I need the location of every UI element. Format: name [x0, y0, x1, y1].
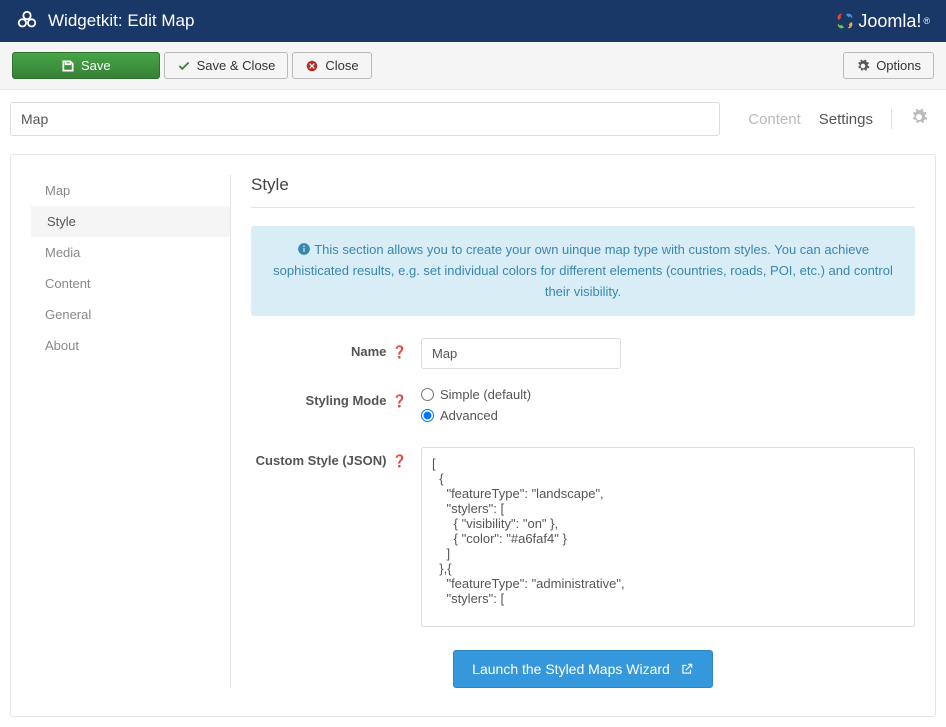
save-close-button[interactable]: Save & Close — [164, 52, 289, 79]
options-button[interactable]: Options — [843, 52, 934, 79]
settings-gear-icon[interactable] — [910, 108, 936, 131]
styling-mode-label: Styling Mode ❓ — [251, 387, 421, 408]
joomla-logo: Joomla!® — [834, 10, 930, 32]
row-name: Name ❓ — [251, 338, 915, 369]
row-styling-mode: Styling Mode ❓ Simple (default) Advanced — [251, 387, 915, 429]
sidebar-item-general[interactable]: General — [31, 299, 230, 330]
gear-icon — [856, 59, 870, 73]
wizard-button-label: Launch the Styled Maps Wizard — [472, 661, 670, 677]
external-link-icon — [680, 662, 694, 676]
toolbar-left: Save Save & Close Close — [12, 52, 372, 79]
radio-simple-input[interactable] — [421, 388, 434, 401]
sidebar-item-style[interactable]: Style — [31, 206, 230, 237]
info-box: This section allows you to create your o… — [251, 226, 915, 316]
info-text: This section allows you to create your o… — [273, 242, 893, 299]
widgetkit-icon — [16, 10, 38, 32]
sidebar-item-map[interactable]: Map — [31, 175, 230, 206]
radio-advanced[interactable]: Advanced — [421, 408, 915, 423]
sidebar-item-media[interactable]: Media — [31, 237, 230, 268]
sidebar-item-content[interactable]: Content — [31, 268, 230, 299]
brand-text: Joomla! — [858, 11, 921, 32]
page-title: Widgetkit: Edit Map — [48, 11, 194, 31]
help-icon[interactable]: ❓ — [392, 454, 407, 468]
widget-title-input[interactable] — [10, 102, 720, 136]
check-icon — [177, 59, 191, 73]
sidebar: MapStyleMediaContentGeneralAbout — [31, 175, 231, 688]
main-layout: MapStyleMediaContentGeneralAbout Style T… — [31, 175, 915, 688]
custom-style-field — [421, 447, 915, 630]
registered-mark: ® — [923, 16, 930, 26]
close-button[interactable]: Close — [292, 52, 371, 79]
wizard-row: Launch the Styled Maps Wizard — [251, 650, 915, 688]
joomla-icon — [834, 10, 856, 32]
radio-simple[interactable]: Simple (default) — [421, 387, 915, 402]
styling-mode-field: Simple (default) Advanced — [421, 387, 915, 429]
name-label: Name ❓ — [251, 338, 421, 359]
close-icon — [305, 59, 319, 73]
main-panel: MapStyleMediaContentGeneralAbout Style T… — [10, 154, 936, 717]
help-icon[interactable]: ❓ — [392, 345, 407, 359]
save-icon — [61, 59, 75, 73]
header-left: Widgetkit: Edit Map — [16, 10, 194, 32]
section-heading: Style — [251, 175, 915, 208]
info-icon — [297, 242, 311, 256]
sidebar-item-about[interactable]: About — [31, 330, 230, 361]
save-close-button-label: Save & Close — [197, 58, 276, 73]
close-button-label: Close — [325, 58, 358, 73]
subtabs: Content Settings — [748, 108, 936, 131]
custom-style-textarea[interactable] — [421, 447, 915, 627]
subheader: Content Settings — [0, 90, 946, 136]
custom-style-label: Custom Style (JSON) ❓ — [251, 447, 421, 468]
app-header: Widgetkit: Edit Map Joomla!® — [0, 0, 946, 42]
save-button[interactable]: Save — [12, 52, 160, 79]
tab-settings[interactable]: Settings — [819, 111, 873, 128]
content-area: Style This section allows you to create … — [251, 175, 915, 688]
options-button-label: Options — [876, 58, 921, 73]
save-button-label: Save — [81, 58, 111, 73]
radio-advanced-input[interactable] — [421, 409, 434, 422]
name-field — [421, 338, 915, 369]
divider — [891, 109, 892, 129]
row-custom-style: Custom Style (JSON) ❓ — [251, 447, 915, 630]
help-icon[interactable]: ❓ — [392, 394, 407, 408]
launch-wizard-button[interactable]: Launch the Styled Maps Wizard — [453, 650, 713, 688]
name-input[interactable] — [421, 338, 621, 369]
tab-content[interactable]: Content — [748, 111, 801, 128]
toolbar: Save Save & Close Close Options — [0, 42, 946, 90]
